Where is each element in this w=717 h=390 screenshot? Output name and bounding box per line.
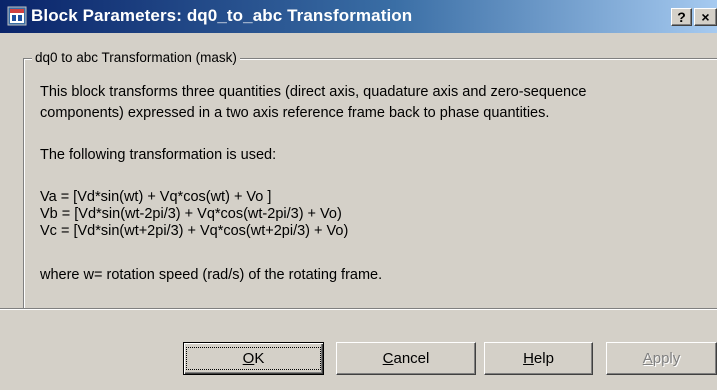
ok-mnemonic: O (242, 350, 255, 367)
window-title: Block Parameters: dq0_to_abc Transformat… (31, 6, 413, 25)
ok-focus-rect: OK (185, 347, 322, 370)
equation-vc: Vc = [Vd*sin(wt+2pi/3) + Vq*cos(wt+2pi/3… (40, 223, 349, 239)
description-line-1: This block transforms three quantities (… (40, 84, 587, 100)
description-line-2: components) expressed in a two axis refe… (40, 105, 550, 121)
block-parameters-dialog: Block Parameters: dq0_to_abc Transformat… (0, 0, 717, 390)
ok-button[interactable]: OK (183, 342, 324, 375)
group-legend: dq0 to abc Transformation (mask) (32, 50, 240, 66)
title-bar[interactable]: Block Parameters: dq0_to_abc Transformat… (0, 0, 717, 33)
help-mnemonic: H (523, 349, 534, 367)
apply-button[interactable]: Apply (606, 342, 717, 375)
cancel-mnemonic: C (382, 349, 394, 367)
close-button[interactable]: × (694, 8, 717, 26)
description-line-3: The following transformation is used: (40, 147, 277, 163)
equation-va: Va = [Vd*sin(wt) + Vq*cos(wt) + Vo ] (40, 189, 272, 205)
apply-label-rest: pply (652, 349, 681, 367)
cancel-button[interactable]: Cancel (336, 342, 476, 375)
help-button[interactable]: Help (484, 342, 593, 375)
simulink-block-icon (7, 6, 27, 26)
context-help-button[interactable]: ? (671, 8, 692, 26)
help-label-rest: elp (533, 349, 554, 367)
equation-vb: Vb = [Vd*sin(wt-2pi/3) + Vq*cos(wt-2pi/3… (40, 206, 342, 222)
apply-mnemonic: A (642, 349, 653, 367)
separator (0, 308, 717, 310)
description-line-4: where w= rotation speed (rad/s) of the r… (40, 267, 383, 283)
cancel-label-rest: ancel (393, 349, 430, 367)
ok-label-rest: K (254, 350, 265, 367)
